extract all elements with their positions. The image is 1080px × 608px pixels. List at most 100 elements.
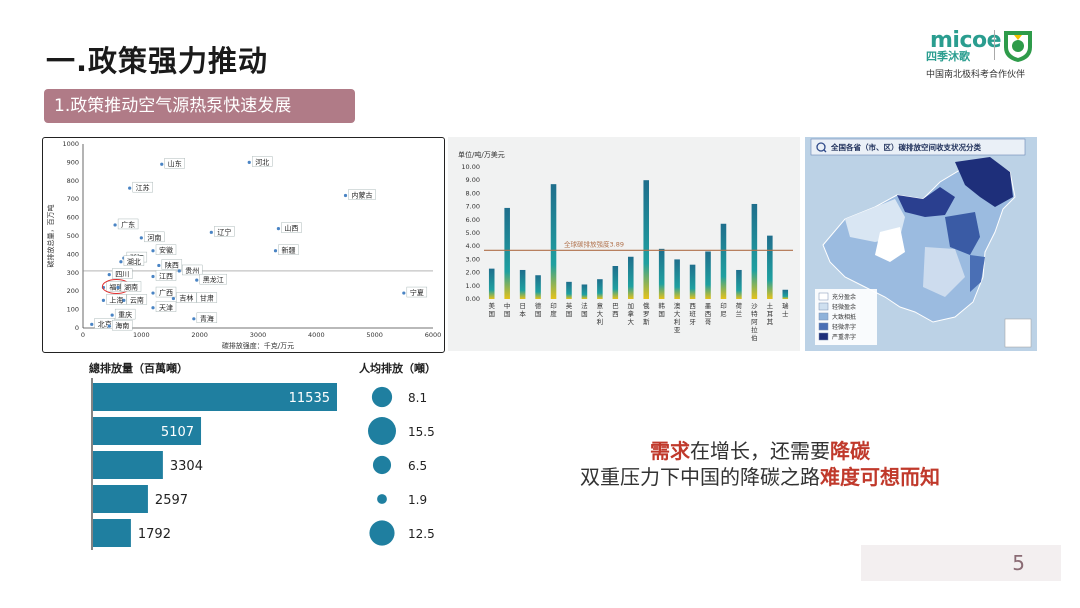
global-average-label: 全球碳排放强度3.89 <box>564 239 624 248</box>
total-bar <box>93 485 148 513</box>
intensity-bar <box>736 269 742 299</box>
brand-cn-name: 四季沐歌 <box>926 50 970 63</box>
country-tick-label: 印度 <box>550 302 557 318</box>
intensity-bar <box>550 184 557 299</box>
y-tick-label: 100 <box>67 306 79 314</box>
y-tick-label: 2.00 <box>466 269 480 277</box>
country-tick-label: 西班牙 <box>689 302 696 326</box>
china-map-panel: 全国各省（市、区）碳排放空间收支状况分类 充分盈余 轻微盈余 大致相抵 轻微赤字 严重赤… <box>805 137 1037 351</box>
legend-swatch <box>818 312 829 321</box>
legend-swatch <box>818 292 829 301</box>
intensity-bar <box>643 180 650 299</box>
point-label: 河北 <box>255 158 269 166</box>
scatter-point <box>171 296 176 301</box>
point-label: 贵州 <box>185 266 199 275</box>
country-tick-label: 日本 <box>519 302 526 318</box>
point-label: 广东 <box>121 220 135 229</box>
per-capita-label: 8.1 <box>408 391 427 405</box>
country-tick-label: 土耳其 <box>767 301 774 326</box>
total-value-label: 5107 <box>161 425 194 440</box>
legend-label: 大致相抵 <box>832 313 856 321</box>
intensity-bar <box>566 281 572 299</box>
point-label: 江西 <box>159 272 173 280</box>
country-tick-label: 澳大利亚 <box>674 301 681 334</box>
y-tick-label: 8.00 <box>466 189 480 197</box>
legend-label: 充分盈余 <box>832 293 856 301</box>
country-tick-label: 印尼 <box>720 302 727 318</box>
scatter-point <box>107 324 111 328</box>
y-tick-label: 9.00 <box>466 176 480 184</box>
x-tick-label: 3000 <box>250 331 267 339</box>
scatter-point <box>113 223 117 227</box>
country-tick-label: 荷兰 <box>736 301 743 318</box>
scatter-point <box>247 160 251 164</box>
key-message: 需求在增长，还需要降碳 双重压力下中国的降碳之路难度可想而知 <box>500 438 1020 490</box>
per-capita-circle <box>371 386 393 408</box>
total-value-label: 3304 <box>170 459 203 474</box>
country-tick-label: 墨西哥 <box>705 302 712 326</box>
y-tick-label: 1000 <box>62 140 79 148</box>
x-tick-label: 6000 <box>425 331 442 339</box>
point-label: 上海 <box>109 295 123 304</box>
total-value-label: 2597 <box>155 493 188 508</box>
total-value-label: 1792 <box>138 527 171 542</box>
logo-divider <box>994 30 995 60</box>
y-tick-label: 6.00 <box>466 216 480 224</box>
point-label: 辽宁 <box>217 227 231 236</box>
page-number: 5 <box>861 545 1061 581</box>
scatter-point <box>151 306 155 310</box>
per-capita-label: 6.5 <box>408 459 427 473</box>
per-capita-circle <box>372 455 392 475</box>
point-label: 海南 <box>115 321 129 330</box>
country-tick-label: 意大利 <box>597 301 604 326</box>
x-tick-label: 1000 <box>133 331 150 339</box>
intensity-bar-panel: 单位/吨/万美元 0.00 1.00 2.00 3.00 4.00 5.00 6.00 7.00… <box>448 137 800 351</box>
partner-tagline: 中国南北极科考合作伙伴 <box>926 70 1026 80</box>
message-line-1: 需求在增长，还需要降碳 <box>650 439 870 463</box>
point-label: 河南 <box>147 233 161 242</box>
point-label: 重庆 <box>118 310 132 319</box>
x-axis-label: 碳排放强度：千克/万元 <box>222 341 294 350</box>
map-title: 全国各省（市、区）碳排放空间收支状况分类 <box>830 142 981 152</box>
intensity-bar <box>782 289 789 299</box>
scatter-point <box>160 162 164 166</box>
point-label: 湖南 <box>124 283 138 292</box>
scatter-point <box>192 317 196 321</box>
china-map: 全国各省（市、区）碳排放空间收支状况分类 充分盈余轻微盈余大致相抵轻微赤字严重赤… <box>805 137 1037 351</box>
point-label: 吉林 <box>179 294 193 303</box>
scatter-point <box>402 291 406 295</box>
y-tick-label: 600 <box>67 214 79 222</box>
point-label: 云南 <box>130 295 144 304</box>
intensity-bar <box>488 268 495 299</box>
intensity-bar <box>597 279 603 299</box>
intensity-bar <box>504 207 510 299</box>
per-capita-label: 15.5 <box>408 425 435 439</box>
country-tick-label: 德国 <box>535 301 542 318</box>
intensity-bar <box>767 235 773 299</box>
map-legend: 充分盈余轻微盈余大致相抵轻微赤字严重赤字 <box>818 292 856 341</box>
legend-label: 轻微盈余 <box>832 303 856 311</box>
x-tick-label: 2000 <box>191 331 208 339</box>
y-tick-label: 300 <box>67 269 79 277</box>
legend-swatch <box>818 302 829 311</box>
country-tick-label: 俄罗斯 <box>643 301 650 326</box>
country-tick-label: 法国 <box>581 301 588 318</box>
per-capita-circle <box>368 417 396 445</box>
scatter-point <box>128 186 132 190</box>
per-capita-header: 人均排放（噸） <box>359 361 436 375</box>
scatter-point <box>157 263 161 268</box>
legend-swatch <box>818 322 829 331</box>
y-tick-label: 10.00 <box>461 163 480 171</box>
intensity-bar <box>689 264 696 299</box>
y-tick-label: 700 <box>67 195 79 203</box>
message-line-2: 双重压力下中国的降碳之路难度可想而知 <box>580 465 940 489</box>
scatter-point <box>195 278 199 282</box>
emissions-table: 總排放量（百萬噸）人均排放（噸）中國115358.1美國510715.5歐盟33… <box>59 360 505 550</box>
intensity-bar <box>658 248 665 299</box>
y-tick-label: 1.00 <box>466 282 480 290</box>
intensity-bar <box>581 284 588 299</box>
point-label: 陕西 <box>165 260 179 269</box>
y-tick-label: 800 <box>67 177 79 185</box>
country-tick-label: 瑞士 <box>782 301 789 318</box>
y-tick-label: 3.00 <box>466 255 480 263</box>
